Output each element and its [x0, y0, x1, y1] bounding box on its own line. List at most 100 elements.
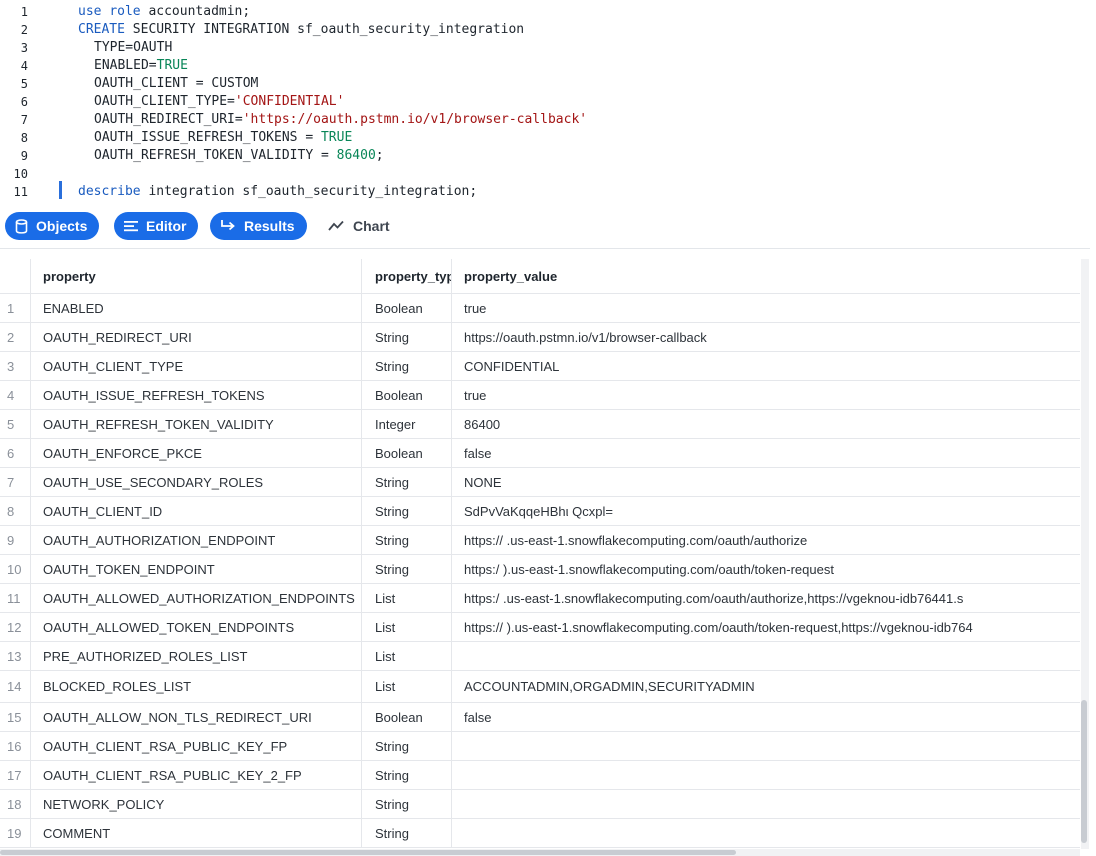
table-row[interactable]: 9 OAUTH_AUTHORIZATION_ENDPOINT String https…: [0, 526, 1080, 555]
property-value-cell[interactable]: NONE: [451, 468, 1080, 496]
code-line[interactable]: 9 OAUTH_REFRESH_TOKEN_VALIDITY = 86400;: [0, 147, 1090, 165]
property-cell[interactable]: OAUTH_CLIENT_RSA_PUBLIC_KEY_FP: [30, 732, 361, 760]
property-type-cell[interactable]: String: [361, 732, 451, 760]
property-cell[interactable]: OAUTH_ENFORCE_PKCE: [30, 439, 361, 467]
property-value-cell[interactable]: SdPvVaKqqeHBhι Qcxpl=: [451, 497, 1080, 525]
property-value-cell[interactable]: false: [451, 439, 1080, 467]
table-row[interactable]: 14 BLOCKED_ROLES_LIST List ACCOUNTADMIN,ORG…: [0, 671, 1080, 703]
table-row[interactable]: 15 OAUTH_ALLOW_NON_TLS_REDIRECT_URI Boolea…: [0, 703, 1080, 732]
table-row[interactable]: 2 OAUTH_REDIRECT_URI String https://oauth.p…: [0, 323, 1080, 352]
property-cell[interactable]: OAUTH_ALLOWED_TOKEN_ENDPOINTS: [30, 613, 361, 641]
table-row[interactable]: 1 ENABLED Boolean true: [0, 294, 1080, 323]
results-button[interactable]: Results: [210, 212, 307, 240]
property-cell[interactable]: OAUTH_CLIENT_TYPE: [30, 352, 361, 380]
table-row[interactable]: 17 OAUTH_CLIENT_RSA_PUBLIC_KEY_2_FP String: [0, 761, 1080, 790]
property-type-cell[interactable]: String: [361, 555, 451, 583]
table-row[interactable]: 16 OAUTH_CLIENT_RSA_PUBLIC_KEY_FP String: [0, 732, 1080, 761]
chart-tab[interactable]: Chart: [318, 212, 400, 240]
table-row[interactable]: 5 OAUTH_REFRESH_TOKEN_VALIDITY Integer 8640…: [0, 410, 1080, 439]
results-grid[interactable]: property property_typ property_value 1 EN…: [0, 259, 1080, 849]
column-header-property-type[interactable]: property_typ: [361, 259, 451, 293]
property-type-cell[interactable]: String: [361, 526, 451, 554]
property-value-cell[interactable]: [451, 790, 1080, 818]
code-line[interactable]: 7 OAUTH_REDIRECT_URI='https://oauth.pstmn…: [0, 111, 1090, 129]
property-type-cell[interactable]: Integer: [361, 410, 451, 438]
code-line[interactable]: 1 use role accountadmin;: [0, 3, 1090, 21]
table-row[interactable]: 18 NETWORK_POLICY String: [0, 790, 1080, 819]
property-value-cell[interactable]: https://oauth.pstmn.io/v1/browser-callba…: [451, 323, 1080, 351]
table-row[interactable]: 7 OAUTH_USE_SECONDARY_ROLES String NONE: [0, 468, 1080, 497]
property-type-cell[interactable]: List: [361, 642, 451, 670]
property-value-cell[interactable]: [451, 732, 1080, 760]
property-type-cell[interactable]: String: [361, 790, 451, 818]
property-type-cell[interactable]: Boolean: [361, 381, 451, 409]
property-cell[interactable]: OAUTH_ALLOWED_AUTHORIZATION_ENDPOINTS: [30, 584, 361, 612]
property-value-cell[interactable]: https:/ ).us-east-1.snowflakecomputing.c…: [451, 555, 1080, 583]
property-cell[interactable]: OAUTH_CLIENT_RSA_PUBLIC_KEY_2_FP: [30, 761, 361, 789]
property-cell[interactable]: OAUTH_ALLOW_NON_TLS_REDIRECT_URI: [30, 703, 361, 731]
property-type-cell[interactable]: String: [361, 323, 451, 351]
property-value-cell[interactable]: https:// ).us-east-1.snowflakecomputing.…: [451, 613, 1080, 641]
table-row[interactable]: 13 PRE_AUTHORIZED_ROLES_LIST List: [0, 642, 1080, 671]
table-row[interactable]: 10 OAUTH_TOKEN_ENDPOINT String https:/ ).us…: [0, 555, 1080, 584]
table-row[interactable]: 19 COMMENT String: [0, 819, 1080, 848]
property-cell[interactable]: PRE_AUTHORIZED_ROLES_LIST: [30, 642, 361, 670]
table-row[interactable]: 11 OAUTH_ALLOWED_AUTHORIZATION_ENDPOINTS L…: [0, 584, 1080, 613]
property-type-cell[interactable]: String: [361, 761, 451, 789]
code-line[interactable]: 11 describe integration sf_oauth_security…: [0, 183, 1090, 201]
property-value-cell[interactable]: [451, 761, 1080, 789]
property-value-cell[interactable]: CONFIDENTIAL: [451, 352, 1080, 380]
column-header-property[interactable]: property: [30, 259, 361, 293]
property-type-cell[interactable]: String: [361, 468, 451, 496]
property-value-cell[interactable]: https:// .us-east-1.snowflakecomputing.c…: [451, 526, 1080, 554]
code-line[interactable]: 3 TYPE=OAUTH: [0, 39, 1090, 57]
property-value-cell[interactable]: ACCOUNTADMIN,ORGADMIN,SECURITYADMIN: [451, 671, 1080, 702]
code-line[interactable]: 5 OAUTH_CLIENT = CUSTOM: [0, 75, 1090, 93]
property-type-cell[interactable]: String: [361, 352, 451, 380]
property-cell[interactable]: OAUTH_TOKEN_ENDPOINT: [30, 555, 361, 583]
table-row[interactable]: 12 OAUTH_ALLOWED_TOKEN_ENDPOINTS List https…: [0, 613, 1080, 642]
table-row[interactable]: 3 OAUTH_CLIENT_TYPE String CONFIDENTIAL: [0, 352, 1080, 381]
property-value-cell[interactable]: true: [451, 381, 1080, 409]
code-line[interactable]: 6 OAUTH_CLIENT_TYPE='CONFIDENTIAL': [0, 93, 1090, 111]
column-header-property-value[interactable]: property_value: [451, 259, 1080, 293]
property-type-cell[interactable]: Boolean: [361, 439, 451, 467]
code-line[interactable]: 8 OAUTH_ISSUE_REFRESH_TOKENS = TRUE: [0, 129, 1090, 147]
property-cell[interactable]: OAUTH_REFRESH_TOKEN_VALIDITY: [30, 410, 361, 438]
property-cell[interactable]: OAUTH_USE_SECONDARY_ROLES: [30, 468, 361, 496]
sql-editor[interactable]: 1 use role accountadmin; 2 CREATE SECURITY …: [0, 0, 1090, 203]
property-type-cell[interactable]: List: [361, 613, 451, 641]
property-value-cell[interactable]: [451, 819, 1080, 847]
table-row[interactable]: 8 OAUTH_CLIENT_ID String SdPvVaKqqeHBhι Qcx…: [0, 497, 1080, 526]
property-type-cell[interactable]: String: [361, 497, 451, 525]
editor-button[interactable]: Editor: [114, 212, 199, 240]
property-type-cell[interactable]: String: [361, 819, 451, 847]
property-value-cell[interactable]: [451, 642, 1080, 670]
code-line[interactable]: 10: [0, 165, 1090, 183]
property-value-cell[interactable]: false: [451, 703, 1080, 731]
property-value-cell[interactable]: 86400: [451, 410, 1080, 438]
table-row[interactable]: 6 OAUTH_ENFORCE_PKCE Boolean false: [0, 439, 1080, 468]
property-cell[interactable]: OAUTH_AUTHORIZATION_ENDPOINT: [30, 526, 361, 554]
property-type-cell[interactable]: List: [361, 584, 451, 612]
property-value-cell[interactable]: https:/ .us-east-1.snowflakecomputing.co…: [451, 584, 1080, 612]
property-value-cell[interactable]: true: [451, 294, 1080, 322]
property-cell[interactable]: COMMENT: [30, 819, 361, 847]
vertical-scrollbar-thumb[interactable]: [1081, 700, 1087, 843]
property-type-cell[interactable]: Boolean: [361, 703, 451, 731]
property-cell[interactable]: ENABLED: [30, 294, 361, 322]
property-type-cell[interactable]: List: [361, 671, 451, 702]
property-cell[interactable]: OAUTH_REDIRECT_URI: [30, 323, 361, 351]
horizontal-scrollbar-thumb[interactable]: [0, 850, 736, 855]
property-cell[interactable]: NETWORK_POLICY: [30, 790, 361, 818]
code-line[interactable]: 2 CREATE SECURITY INTEGRATION sf_oauth_se…: [0, 21, 1090, 39]
code-text: OAUTH_REFRESH_TOKEN_VALIDITY = 86400;: [94, 147, 384, 165]
property-cell[interactable]: BLOCKED_ROLES_LIST: [30, 671, 361, 702]
code-text: OAUTH_ISSUE_REFRESH_TOKENS = TRUE: [94, 129, 352, 147]
table-row[interactable]: 4 OAUTH_ISSUE_REFRESH_TOKENS Boolean true: [0, 381, 1080, 410]
property-cell[interactable]: OAUTH_CLIENT_ID: [30, 497, 361, 525]
code-line[interactable]: 4 ENABLED=TRUE: [0, 57, 1090, 75]
objects-button[interactable]: Objects: [5, 212, 100, 240]
property-type-cell[interactable]: Boolean: [361, 294, 451, 322]
property-cell[interactable]: OAUTH_ISSUE_REFRESH_TOKENS: [30, 381, 361, 409]
